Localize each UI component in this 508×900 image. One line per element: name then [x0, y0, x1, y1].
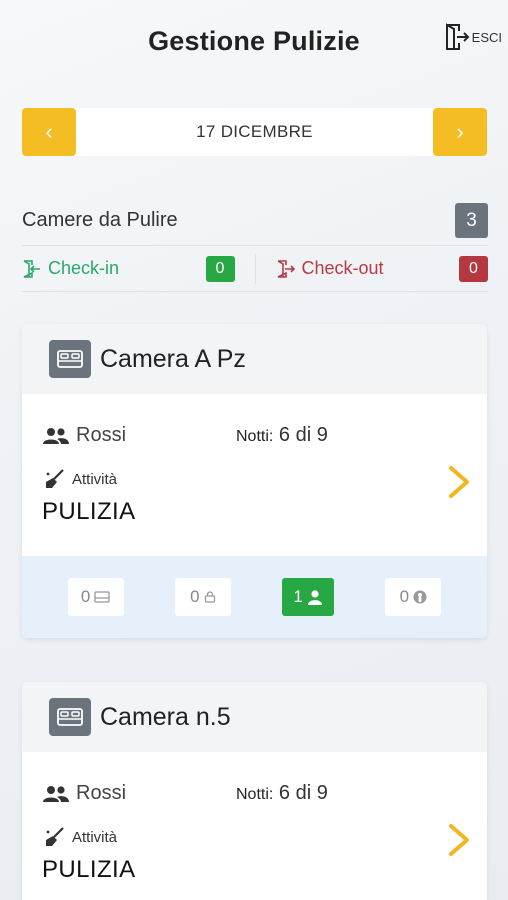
checkin-count-badge: 0 — [205, 255, 235, 282]
next-date-button[interactable]: › — [433, 108, 487, 156]
nights-label: Notti: — [236, 786, 274, 803]
room-card[interactable]: Camera A Pz Rossi Notti: 6 di 9 Attività… — [22, 324, 487, 638]
guest-count-chip: 1 — [282, 578, 335, 616]
linen-count: 0 — [190, 587, 200, 606]
guest-name: Rossi — [76, 782, 127, 804]
broom-icon — [46, 469, 64, 488]
checkin-label: Check-in — [48, 258, 120, 278]
activity-value: PULIZIA — [42, 498, 136, 525]
checkin-icon — [23, 259, 40, 278]
guests-icon — [43, 785, 69, 802]
nights-value: 6 di 9 — [278, 424, 328, 446]
checkout-count-badge: 0 — [459, 255, 488, 282]
bed-count: 0 — [80, 587, 91, 606]
page-title: Gestione Pulizie — [148, 26, 360, 56]
baby-icon — [413, 590, 427, 604]
room-name: Camera n.5 — [100, 702, 231, 731]
guest-count: 1 — [293, 587, 303, 606]
checkout-icon — [277, 259, 295, 278]
logout-button[interactable]: ESCI — [444, 22, 502, 52]
chevron-right-icon[interactable] — [447, 822, 471, 858]
bed-count-chip: 0 — [67, 578, 124, 616]
logout-label: ESCI — [471, 29, 502, 45]
bed-icon — [49, 340, 91, 378]
person-icon — [307, 590, 322, 605]
room-card[interactable]: Camera n.5 Rossi Notti: 6 di 9 Attività … — [22, 682, 487, 900]
app-header: Gestione Pulizie ESCI — [0, 0, 508, 86]
nights-info: Notti: 6 di 9 — [236, 782, 328, 805]
guest-name: Rossi — [76, 424, 127, 446]
guests-icon — [43, 427, 69, 444]
exit-icon — [445, 23, 470, 50]
room-name: Camera A Pz — [100, 344, 246, 373]
activity-label: Attività — [72, 828, 118, 846]
nights-label: Notti: — [236, 428, 274, 445]
broom-icon — [46, 827, 64, 846]
rooms-summary: Camere da Pulire 3 Check-in 0 Check-out — [22, 196, 488, 292]
nights-info: Notti: 6 di 9 — [236, 424, 328, 447]
checkout-label: Check-out — [301, 258, 384, 278]
lock-icon — [204, 591, 215, 603]
room-status-bar: 0 0 1 0 — [22, 556, 487, 638]
nights-value: 6 di 9 — [278, 782, 328, 804]
prev-date-button[interactable]: ‹ — [22, 108, 76, 156]
date-navigator: ‹ 17 DICEMBRE › — [22, 108, 487, 156]
baby-count: 0 — [399, 587, 410, 606]
linen-count-chip: 0 — [174, 578, 231, 616]
bed-icon — [49, 698, 91, 736]
bed-small-icon — [94, 591, 111, 603]
checkout-summary: Check-out 0 — [256, 254, 488, 284]
activity-label: Attività — [72, 470, 118, 488]
current-date: 17 DICEMBRE — [196, 122, 313, 141]
summary-title: Camere da Pulire — [22, 209, 178, 231]
chevron-right-icon[interactable] — [447, 464, 471, 500]
checkin-summary: Check-in 0 — [22, 253, 256, 284]
rooms-total-badge: 3 — [455, 203, 488, 238]
activity-value: PULIZIA — [42, 856, 136, 883]
baby-count-chip: 0 — [385, 578, 442, 616]
